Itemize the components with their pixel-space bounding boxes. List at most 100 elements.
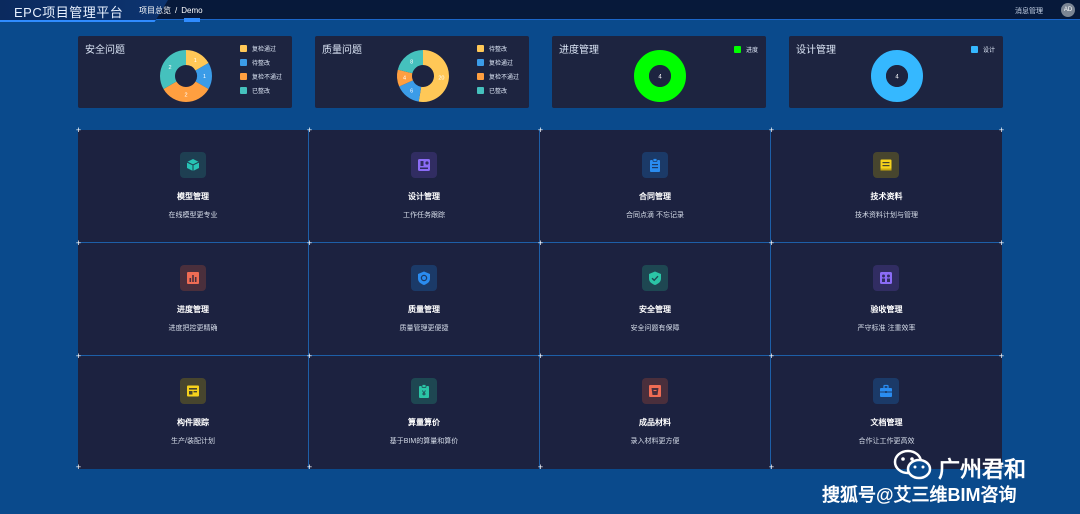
module-title: 模型管理 (177, 192, 209, 201)
legend-label: 进度 (746, 47, 759, 54)
legend-swatch (240, 72, 247, 80)
legend-swatch (734, 45, 741, 53)
stat-card-title: 质量问题 (322, 45, 362, 56)
chart-legend: 待整改 复检通过复检不通过已整改 (477, 41, 519, 97)
check-shield-icon (642, 265, 668, 291)
legend-item[interactable]: 设计 (971, 42, 995, 56)
stat-card-title: 安全问题 (85, 45, 125, 56)
legend-label: 设计 (983, 47, 996, 54)
grid-corner-mark: + (768, 238, 775, 248)
donut-slice-label: 20 (438, 76, 444, 82)
module-subtitle: 安全问题有保障 (630, 325, 680, 332)
legend-label: 复检不通过 (489, 74, 520, 81)
legend-item[interactable]: 复检不通过 (477, 69, 519, 83)
module-title: 安全管理 (639, 305, 671, 314)
legend-item[interactable]: 进度 (734, 42, 758, 56)
module-subtitle: 进度把控更精确 (168, 325, 218, 332)
shield-icon (411, 265, 437, 291)
watermark-brand: 广州君和 (938, 457, 1027, 482)
breadcrumb-separator: / (175, 6, 178, 15)
watermark-source: 搜狐号@艾三维BIM咨询 (822, 485, 1017, 505)
stat-card-title: 设计管理 (796, 45, 836, 56)
module-tile[interactable]: 质量管理质量管理更便捷 (309, 243, 540, 356)
chart-legend: 进度 (734, 42, 758, 56)
module-tile[interactable]: ¥ 算量算价 基于BIM的算量和算价 (309, 356, 540, 469)
stat-card-1: 质量问题 20 6 4 8 待整改 复检通过复检不通过已整改 (315, 36, 529, 108)
module-subtitle: 生产/装配计划 (171, 438, 215, 445)
legend-swatch (240, 44, 247, 52)
app-title: EPC项目管理平台 (14, 5, 124, 20)
legend-label: 复检不通过 (252, 74, 283, 81)
chart-legend: 复检通过待整改复检不通过已整改 (240, 41, 282, 97)
legend-swatch (971, 45, 978, 53)
donut-slice-label: 8 (410, 59, 413, 65)
legend-swatch (240, 58, 247, 66)
legend-item[interactable]: 已整改 (240, 83, 282, 97)
module-tile[interactable]: 成品材料 录入材料更方便 (540, 356, 771, 469)
module-tile[interactable]: 进度管理进度把控更精确 (78, 243, 309, 356)
module-tile[interactable]: 验收管理 严守标准 注重效率 (771, 243, 1002, 356)
legend-item[interactable]: 复检通过 (477, 55, 519, 69)
donut-chart: 20 6 4 8 (397, 50, 449, 102)
module-title: 文档管理 (870, 418, 903, 427)
breadcrumb: 项目总览 / Demo (139, 5, 203, 16)
module-subtitle: 严守标准 注重效率 (857, 325, 916, 332)
donut-slice-label: 6 (410, 89, 413, 95)
module-title: 合同管理 (639, 192, 671, 201)
module-title: 技术资料 (870, 192, 903, 201)
module-title: 进度管理 (177, 305, 209, 314)
module-tile[interactable]: 合同管理合同点滴 不忘记录 (540, 130, 771, 243)
module-tile[interactable]: 构件跟踪 生产/装配计划 (78, 356, 309, 469)
module-tile[interactable]: 安全管理安全问题有保障 (540, 243, 771, 356)
breadcrumb-item-demo[interactable]: Demo (181, 6, 202, 15)
module-tile[interactable]: 设计管理 工作任务跟踪 (309, 130, 540, 243)
donut-hole (176, 66, 196, 86)
module-title: 算量算价 (408, 418, 440, 427)
avatar[interactable]: AD (1061, 3, 1075, 17)
module-tile[interactable]: 模型管理在线模型更专业 (78, 130, 309, 243)
legend-swatch (477, 86, 484, 94)
legend-item[interactable]: 复检不通过 (240, 69, 282, 83)
briefcase-icon (873, 378, 899, 404)
donut-slice-label: 4 (403, 76, 406, 82)
stat-card-3: 设计管理 4 设计 (789, 36, 1003, 108)
stat-card-2: 进度管理 4 进度 (552, 36, 766, 108)
legend-item[interactable]: 待整改 (477, 41, 519, 55)
svg-text:¥: ¥ (422, 391, 426, 398)
donut-chart: 4 (871, 50, 923, 102)
legend-label: 复检通过 (252, 46, 277, 53)
donut-slice-label: 2 (168, 65, 171, 71)
grid-corner-mark: + (306, 238, 313, 248)
legend-swatch (477, 72, 484, 80)
chart-icon (180, 265, 206, 291)
module-subtitle: 在线模型更专业 (168, 212, 218, 219)
material-icon (642, 378, 668, 404)
grid-corner-mark: + (75, 125, 82, 135)
module-subtitle: 质量管理更便捷 (399, 325, 449, 332)
design-icon (411, 152, 437, 178)
legend-swatch (477, 44, 484, 52)
grid-corner-mark: + (768, 351, 775, 361)
module-title: 设计管理 (408, 192, 440, 201)
grid-corner-mark: + (306, 125, 313, 135)
module-subtitle: 合同点滴 不忘记录 (626, 212, 684, 219)
book-icon (873, 152, 899, 178)
top-bar: EPC项目管理平台 项目总览 / Demo 消息管理 AD (0, 0, 1080, 22)
legend-item[interactable]: 待整改 (240, 55, 282, 69)
module-title: 质量管理 (408, 305, 440, 314)
legend-label: 待整改 (252, 60, 271, 67)
legend-swatch (477, 58, 484, 66)
grid-corner-mark: + (537, 125, 544, 135)
clipboard-icon (642, 152, 668, 178)
donut-slice-label: 1 (194, 58, 197, 64)
messages-link[interactable]: 消息管理 (1015, 6, 1043, 16)
grid-corner-mark: + (768, 125, 775, 135)
legend-item[interactable]: 复检通过 (240, 41, 282, 55)
breadcrumb-item-overview[interactable]: 项目总览 (139, 6, 171, 15)
grid-corner-mark: + (75, 462, 82, 472)
price-icon: ¥ (411, 378, 437, 404)
grid-corner-mark: + (998, 125, 1005, 135)
module-tile[interactable]: 技术资料 技术资料计划与管理 (771, 130, 1002, 243)
legend-item[interactable]: 已整改 (477, 83, 519, 97)
grid-corner-mark: + (998, 238, 1005, 248)
